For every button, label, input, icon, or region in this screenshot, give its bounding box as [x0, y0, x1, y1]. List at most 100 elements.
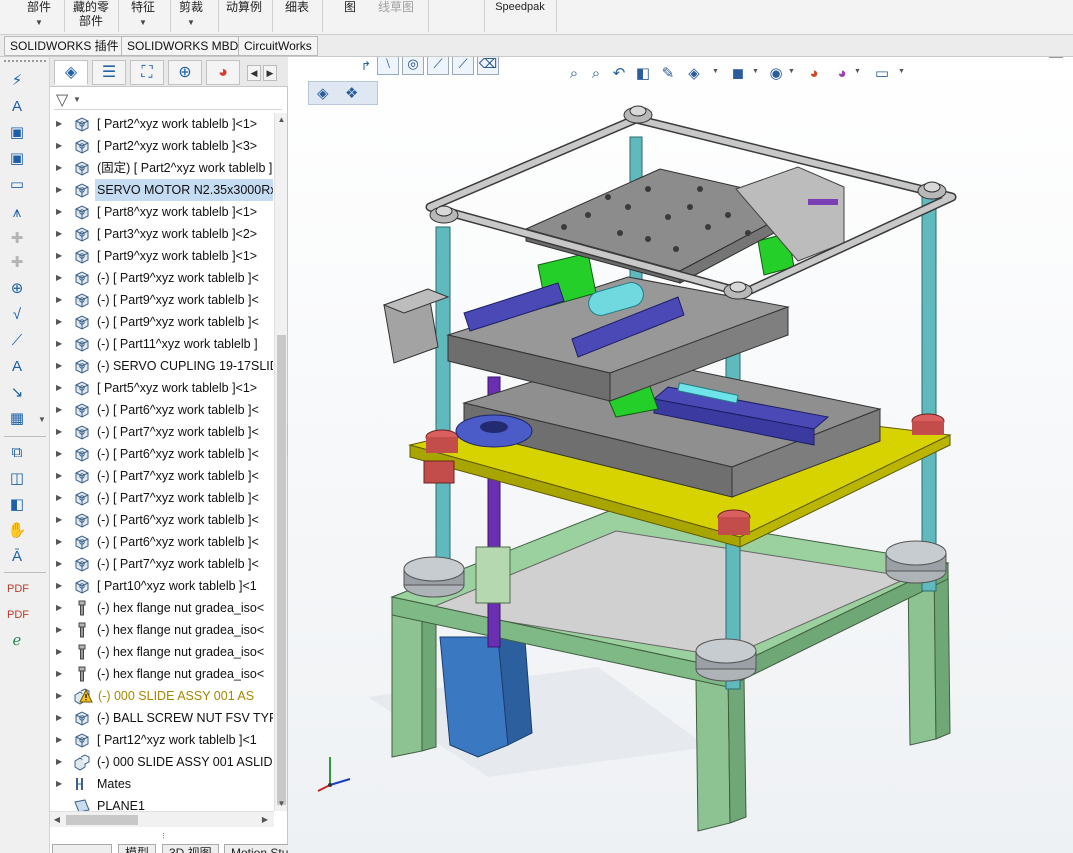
expand-arrow-icon[interactable]: ▶: [56, 751, 64, 773]
tab-scroll-right-button[interactable]: ▶: [263, 65, 277, 81]
tree-item[interactable]: ▶ (-) 000 SLIDE ASSY 001 AS: [50, 685, 274, 707]
publish-pdf-icon[interactable]: PDF: [7, 579, 29, 599]
expand-arrow-icon[interactable]: ▶: [56, 509, 64, 531]
configuration-manager-tab[interactable]: ⛶: [130, 60, 164, 85]
expand-arrow-icon[interactable]: ▶: [56, 135, 64, 157]
smart-dimension-icon[interactable]: ⚡: [7, 71, 27, 91]
expand-arrow-icon[interactable]: ▶: [56, 465, 64, 487]
tree-item[interactable]: ▶ [ Part2^xyz work tablelb ]<1>: [50, 113, 274, 135]
text-annotation-icon[interactable]: A: [7, 357, 27, 377]
ribbon-motion-study-button[interactable]: 动算例: [222, 0, 266, 34]
expand-arrow-icon[interactable]: ▶: [56, 641, 64, 663]
expand-arrow-icon[interactable]: ▶: [56, 355, 64, 377]
ribbon-trim-button[interactable]: 剪裁 ▼: [176, 0, 206, 34]
expand-arrow-icon[interactable]: ▶: [56, 179, 64, 201]
tree-horizontal-scrollbar[interactable]: ◀ ▶: [50, 811, 274, 827]
expand-arrow-icon[interactable]: ▶: [56, 597, 64, 619]
expand-arrow-icon[interactable]: ▶: [56, 729, 64, 751]
tree-vertical-scrollbar[interactable]: ▲ ▼: [274, 113, 287, 811]
tab-scroll-left-button[interactable]: ◀: [247, 65, 261, 81]
scroll-up-button[interactable]: ▲: [275, 113, 288, 127]
tree-item[interactable]: ▶ SERVO MOTOR N2.35x3000Rx: [50, 179, 274, 201]
tree-item[interactable]: ▶ (-) BALL SCREW NUT FSV TYPE: [50, 707, 274, 729]
expand-arrow-icon[interactable]: ▶: [56, 399, 64, 421]
ribbon-assembly-button[interactable]: 部件 ▼: [24, 0, 54, 34]
3d-view-icon[interactable]: ⧉: [7, 443, 27, 463]
tree-item[interactable]: ▶ (-) [ Part7^xyz work tablelb ]<: [50, 553, 274, 575]
coupling[interactable]: [475, 546, 511, 604]
publish-3d-pdf-icon[interactable]: PDF: [7, 605, 29, 625]
scroll-thumb[interactable]: [277, 335, 286, 805]
chevron-down-icon[interactable]: ▼: [38, 415, 46, 424]
tab-solidworks-mbd[interactable]: SOLIDWORKS MBD: [121, 36, 245, 56]
expand-arrow-icon[interactable]: ▶: [56, 663, 64, 685]
magnetic-line-icon[interactable]: ▭: [7, 175, 27, 195]
appearance-icon[interactable]: ✋: [7, 521, 27, 541]
ribbon-explode-view-button[interactable]: 图: [340, 0, 360, 34]
tree-item[interactable]: ▶ (-) hex flange nut gradea_iso<: [50, 619, 274, 641]
tree-item[interactable]: ▶ (-) [ Part6^xyz work tablelb ]<: [50, 509, 274, 531]
view-palette-icon[interactable]: ◫: [7, 469, 27, 489]
tab-solidworks-addins[interactable]: SOLIDWORKS 插件: [4, 36, 125, 56]
tree-item[interactable]: ▶ (-) [ Part9^xyz work tablelb ]<: [50, 289, 274, 311]
expand-arrow-icon[interactable]: ▶: [56, 685, 64, 707]
graphics-viewport[interactable]: ⌕ ⌕ ↶ ◧ ✎ ◈ ▼ ◼ ▼ ◉ ▼ ◕ ◕ ▼ ▭ ▼ ▯ ↱ ⧵ ◎ …: [288, 57, 1073, 853]
tab-3d-views[interactable]: 3D 视图: [162, 844, 219, 853]
servo-motor-body[interactable]: [439, 626, 533, 758]
tree-item[interactable]: ▶ (固定) [ Part2^xyz work tablelb ]: [50, 157, 274, 179]
datum-target-icon[interactable]: ⟋: [7, 331, 27, 351]
tree-item[interactable]: ▶ (-) [ Part6^xyz work tablelb ]<: [50, 399, 274, 421]
property-manager-tab[interactable]: ☰: [92, 60, 126, 85]
feature-manager-tab[interactable]: ◈: [54, 60, 88, 85]
display-manager-tab[interactable]: ◕: [206, 60, 240, 85]
datum-feature-icon[interactable]: √: [7, 305, 27, 325]
tree-item[interactable]: ▶ (-) [ Part7^xyz work tablelb ]<: [50, 421, 274, 443]
tree-item[interactable]: ▶ (-) [ Part7^xyz work tablelb ]<: [50, 465, 274, 487]
tree-item[interactable]: ▶ (-) 000 SLIDE ASSY 001 ASLIDE: [50, 751, 274, 773]
tree-item[interactable]: ▶ [ Part9^xyz work tablelb ]<1>: [50, 245, 274, 267]
rapid-sketch-icon[interactable]: Ā: [7, 547, 27, 567]
expand-arrow-icon[interactable]: ▶: [56, 707, 64, 729]
expand-arrow-icon[interactable]: ▶: [56, 223, 64, 245]
toolbar-grip[interactable]: [4, 60, 46, 63]
tree-item[interactable]: ▶ (-) hex flange nut gradea_iso<: [50, 597, 274, 619]
expand-arrow-icon[interactable]: ▶: [56, 333, 64, 355]
tree-item[interactable]: ▶ [ Part5^xyz work tablelb ]<1>: [50, 377, 274, 399]
scroll-left-button[interactable]: ◀: [50, 812, 64, 828]
ribbon-explode-sketch-button[interactable]: 线草图: [374, 0, 418, 34]
table-icon[interactable]: ▦: [7, 409, 27, 429]
expand-arrow-icon[interactable]: ▶: [56, 311, 64, 333]
tree-item[interactable]: ▶ (-) [ Part6^xyz work tablelb ]<: [50, 443, 274, 465]
surface-finish-icon[interactable]: ⩚: [7, 203, 27, 223]
expand-arrow-icon[interactable]: ▶: [56, 773, 64, 795]
tree-item[interactable]: ▶ [ Part2^xyz work tablelb ]<3>: [50, 135, 274, 157]
expand-arrow-icon[interactable]: ▶: [56, 157, 64, 179]
tree-item[interactable]: ▶ [ Part3^xyz work tablelb ]<2>: [50, 223, 274, 245]
tree-item[interactable]: ▶ [ Part10^xyz work tablelb ]<1: [50, 575, 274, 597]
dimxpert-manager-tab[interactable]: ⊕: [168, 60, 202, 85]
expand-arrow-icon[interactable]: ▶: [56, 443, 64, 465]
tree-item[interactable]: ▶ (-) [ Part9^xyz work tablelb ]<: [50, 267, 274, 289]
expand-arrow-icon[interactable]: ▶: [56, 575, 64, 597]
expand-arrow-icon[interactable]: ▶: [56, 531, 64, 553]
tree-item[interactable]: ▶ (-) hex flange nut gradea_iso<: [50, 663, 274, 685]
expand-arrow-icon[interactable]: ▶: [56, 289, 64, 311]
geometric-tolerance-icon[interactable]: ⊕: [7, 279, 27, 299]
expand-arrow-icon[interactable]: ▶: [56, 377, 64, 399]
tree-item[interactable]: ▶ (-) SERVO CUPLING 19-17SLIDE: [50, 355, 274, 377]
tree-item[interactable]: ▶ [ Part8^xyz work tablelb ]<1>: [50, 201, 274, 223]
tree-item[interactable]: ▶ [ Part12^xyz work tablelb ]<1: [50, 729, 274, 751]
scroll-down-button[interactable]: ▼: [275, 797, 288, 811]
section-view-icon[interactable]: ◧: [7, 495, 27, 515]
note-icon[interactable]: A: [7, 97, 27, 117]
expand-arrow-icon[interactable]: ▶: [56, 267, 64, 289]
expand-arrow-icon[interactable]: ▶: [56, 553, 64, 575]
edrawings-icon[interactable]: ℯ: [7, 631, 27, 651]
tab-model[interactable]: 模型: [118, 844, 157, 853]
expand-arrow-icon[interactable]: ▶: [56, 113, 64, 135]
tab-scroll-arrows[interactable]: [52, 844, 112, 853]
ribbon-bom-button[interactable]: 细表: [282, 0, 312, 34]
scroll-right-button[interactable]: ▶: [258, 812, 272, 828]
expand-arrow-icon[interactable]: ▶: [56, 421, 64, 443]
tree-filter[interactable]: ▽ ▼: [54, 90, 282, 110]
